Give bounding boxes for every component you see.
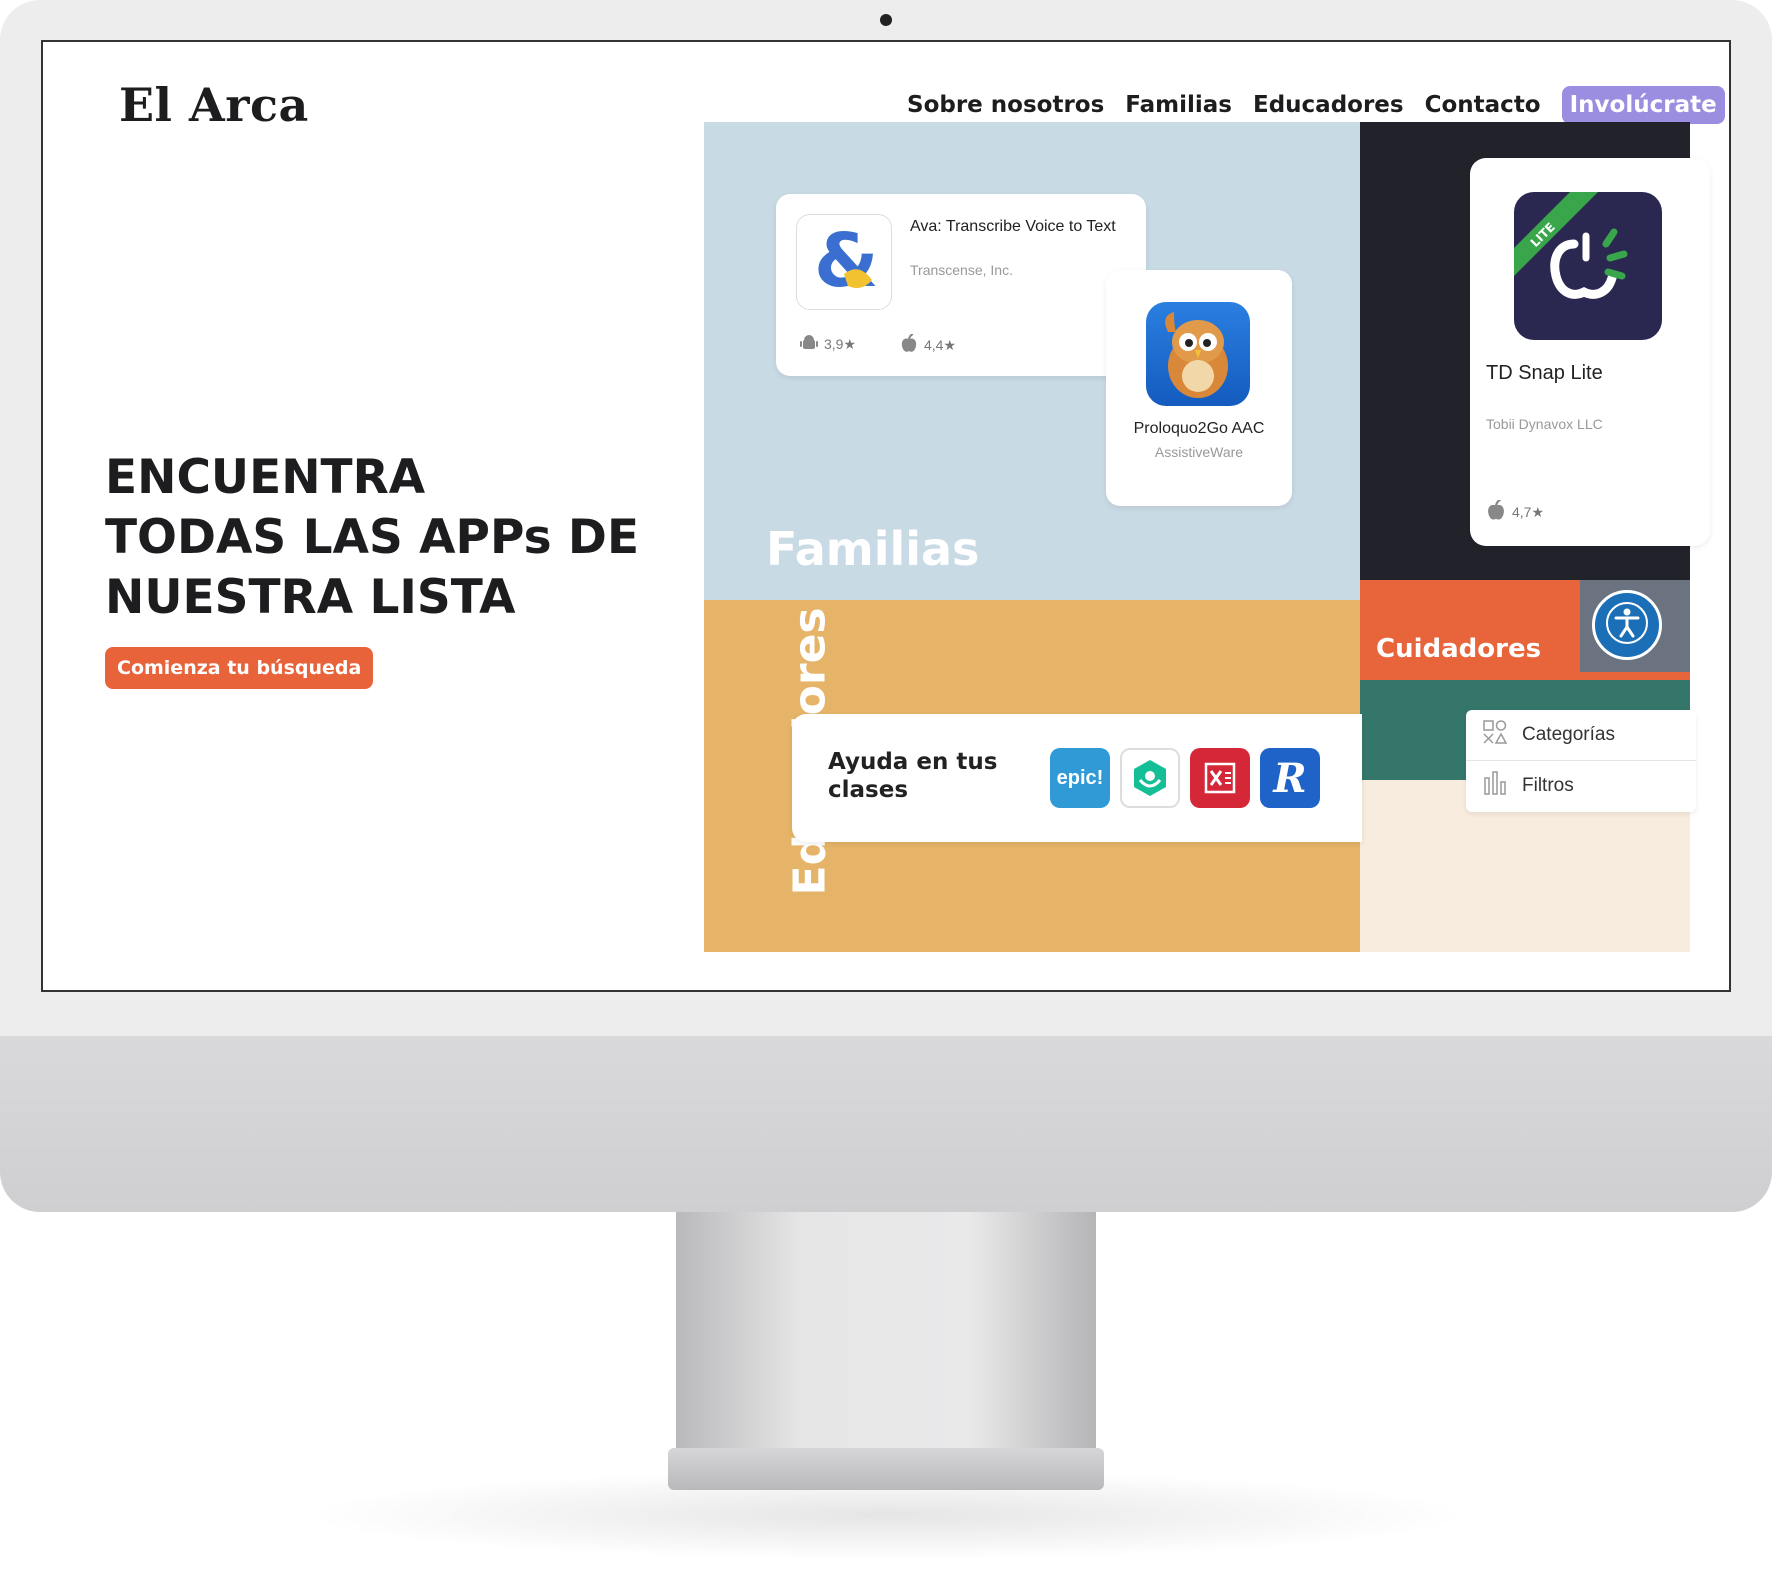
apple-icon — [900, 333, 918, 357]
ava-app-card[interactable]: & Ava: Transcribe Voice to Text Transcen… — [776, 194, 1146, 376]
monitor-chin — [0, 1036, 1772, 1212]
nav-sobre-nosotros[interactable]: Sobre nosotros — [907, 92, 1104, 118]
raz-kids-app-icon[interactable]: R — [1260, 748, 1320, 808]
monitor-foot — [668, 1448, 1104, 1490]
proloquo-owl-icon — [1146, 302, 1250, 406]
svg-text:&: & — [814, 222, 879, 302]
hero-title-line-3: NUESTRA LISTA — [105, 570, 516, 625]
filters-icon — [1482, 770, 1508, 802]
categories-icon — [1482, 719, 1508, 751]
android-rating: 3,9★ — [800, 334, 856, 355]
td-snap-ios-rating: 4,7★ — [1486, 498, 1545, 525]
td-snap-app-card[interactable]: LITE TD Snap Lite Tobii Dynavox LLC 4,7★ — [1470, 158, 1710, 546]
ios-rating-value: 4,4★ — [924, 337, 957, 353]
hero-title: ENCUENTRA TODAS LAS APPs DE NUESTRA LIST… — [105, 448, 725, 628]
filter-menu: Categorías Filtros — [1466, 710, 1696, 812]
epic-app-icon[interactable]: epic! — [1050, 748, 1110, 808]
ava-app-icon: & — [796, 214, 892, 310]
menu-filtros[interactable]: Filtros — [1466, 760, 1696, 810]
ios-rating: 4,4★ — [900, 333, 957, 357]
camera — [880, 14, 892, 26]
hero-title-line-1: ENCUENTRA — [105, 450, 426, 505]
td-snap-icon: LITE — [1514, 192, 1662, 340]
ava-app-title: Ava: Transcribe Voice to Text — [910, 218, 1116, 235]
android-rating-value: 3,9★ — [824, 336, 857, 352]
educadores-card-text: Ayuda en tus clases — [828, 749, 998, 803]
proloquo-app-title: Proloquo2Go AAC — [1133, 420, 1265, 437]
proloquo-app-developer: AssistiveWare — [1154, 444, 1244, 460]
td-snap-developer: Tobii Dynavox LLC — [1486, 416, 1603, 432]
excel-app-icon[interactable] — [1190, 748, 1250, 808]
android-icon — [800, 334, 818, 355]
site-logo[interactable]: El Arca — [119, 78, 309, 132]
start-search-button[interactable]: Comienza tu búsqueda — [105, 647, 374, 689]
menu-categorias[interactable]: Categorías — [1466, 710, 1696, 760]
td-snap-title: TD Snap Lite — [1486, 362, 1603, 384]
main-nav: Sobre nosotros Familias Educadores Conta… — [907, 86, 1725, 124]
monitor-stand — [676, 1212, 1096, 1452]
proloquo-app-card[interactable]: Proloquo2Go AAC AssistiveWare — [1106, 270, 1292, 506]
familias-label[interactable]: Familias — [766, 522, 979, 576]
monitor-frame: El Arca Sobre nosotros Familias Educador… — [0, 0, 1772, 1594]
educadores-app-icons: epic! R — [1050, 748, 1320, 808]
cuidadores-label[interactable]: Cuidadores — [1376, 634, 1541, 664]
hero-title-line-2: TODAS LAS APPs DE — [105, 510, 640, 565]
accessibility-icon — [1605, 601, 1649, 650]
nav-contacto[interactable]: Contacto — [1425, 92, 1541, 118]
accessibility-button[interactable] — [1592, 590, 1662, 660]
nav-familias[interactable]: Familias — [1125, 92, 1232, 118]
menu-categorias-label: Categorías — [1522, 724, 1615, 745]
nav-educadores[interactable]: Educadores — [1253, 92, 1404, 118]
ava-app-developer: Transcense, Inc. — [910, 262, 1013, 278]
menu-filtros-label: Filtros — [1522, 774, 1574, 796]
td-snap-ios-rating-value: 4,7★ — [1512, 504, 1545, 520]
khan-kids-app-icon[interactable] — [1120, 748, 1180, 808]
educadores-card[interactable]: Ayuda en tus clases epic! R — [792, 714, 1362, 842]
involucrate-button[interactable]: Involúcrate — [1561, 86, 1725, 124]
apple-icon — [1486, 498, 1506, 525]
